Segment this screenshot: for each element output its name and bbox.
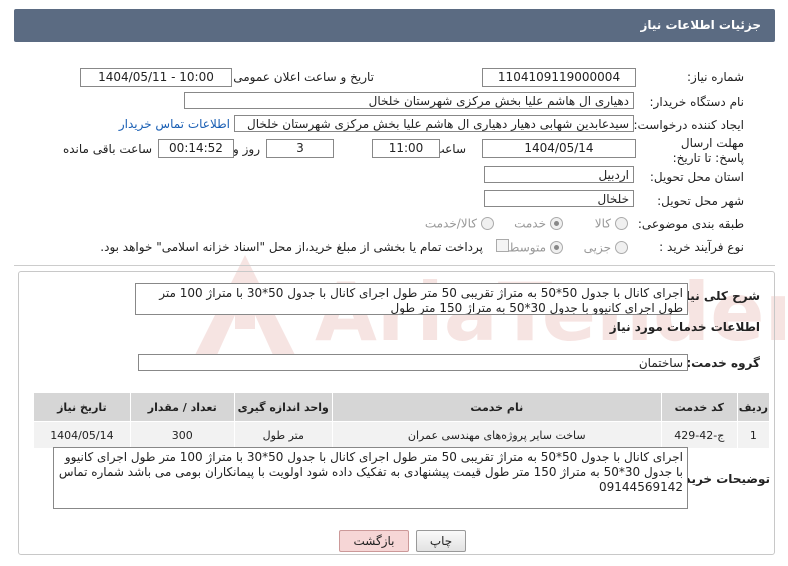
process-label: نوع فرآیند خرید : bbox=[659, 240, 744, 254]
table-header-row: ردیف کد خدمت نام خدمت واحد اندازه گیری ت… bbox=[33, 392, 771, 422]
cell-quantity: 300 bbox=[129, 421, 235, 449]
service-group-label: گروه خدمت: bbox=[686, 356, 760, 370]
table-row: 1 ج-42-429 ساخت سایر پروژه‌های مهندسی عم… bbox=[33, 421, 771, 449]
process-medium-radio[interactable] bbox=[550, 241, 563, 254]
process-medium-option[interactable]: متوسط bbox=[508, 240, 563, 255]
category-service-radio[interactable] bbox=[550, 217, 563, 230]
process-minor-option[interactable]: جزیی bbox=[584, 240, 628, 255]
buyer-org-field: دهیاری ال هاشم علیا بخش مرکزی شهرستان خل… bbox=[184, 92, 634, 109]
cell-service-name: ساخت سایر پروژه‌های مهندسی عمران bbox=[331, 421, 662, 449]
payment-note: پرداخت تمام یا بخشی از مبلغ خرید،از محل … bbox=[100, 240, 483, 254]
col-service-name: نام خدمت bbox=[331, 392, 662, 422]
service-group-field: ساختمان bbox=[138, 354, 688, 371]
category-goods-radio[interactable] bbox=[615, 217, 628, 230]
city-label: شهر محل تحویل: bbox=[657, 194, 744, 208]
print-button[interactable]: چاپ bbox=[416, 530, 466, 552]
category-label: طبقه بندی موضوعی: bbox=[637, 217, 744, 231]
category-goods-service-radio[interactable] bbox=[481, 217, 494, 230]
back-button[interactable]: بازگشت bbox=[339, 530, 409, 552]
days-label: روز و bbox=[233, 142, 260, 156]
cell-unit: متر طول bbox=[233, 421, 333, 449]
days-field: 3 bbox=[266, 139, 334, 158]
deadline-time-field: 11:00 bbox=[372, 139, 440, 158]
cell-need-date: 1404/05/14 bbox=[33, 421, 131, 449]
buyer-contact-link[interactable]: اطلاعات تماس خریدار bbox=[119, 117, 230, 131]
col-unit: واحد اندازه گیری bbox=[233, 392, 333, 422]
section-divider bbox=[14, 265, 775, 266]
province-field: اردبیل bbox=[484, 166, 634, 183]
creator-field: سیدعابدین شهابی دهیار دهیاری ال هاشم علی… bbox=[234, 115, 634, 132]
deadline-date-field: 1404/05/14 bbox=[482, 139, 636, 158]
col-service-code: کد خدمت bbox=[660, 392, 738, 422]
remaining-time-label: ساعت باقی مانده bbox=[62, 142, 152, 156]
announce-label: تاریخ و ساعت اعلان عمومی: bbox=[229, 70, 374, 84]
buyer-notes-textarea: اجرای کانال با جدول 50*50 به متراژ تقریب… bbox=[53, 447, 688, 509]
cell-row-no: 1 bbox=[736, 421, 771, 449]
payment-checkbox[interactable] bbox=[496, 239, 509, 252]
category-goods-service-option[interactable]: کالا/خدمت bbox=[425, 216, 494, 231]
col-row-no: ردیف bbox=[736, 392, 771, 422]
process-minor-radio[interactable] bbox=[615, 241, 628, 254]
creator-label: ایجاد کننده درخواست: bbox=[633, 118, 744, 132]
services-table: ردیف کد خدمت نام خدمت واحد اندازه گیری ت… bbox=[33, 392, 771, 449]
page-title: جزئیات اطلاعات نیاز bbox=[640, 18, 761, 32]
services-section-title: اطلاعات خدمات مورد نیاز bbox=[609, 320, 760, 334]
cell-service-code: ج-42-429 bbox=[660, 421, 738, 449]
category-goods-option[interactable]: کالا bbox=[595, 216, 628, 231]
summary-textarea: اجرای کانال با جدول 50*50 به متراژ تقریب… bbox=[135, 283, 688, 315]
deadline-label: مهلت ارسال پاسخ: تا تاریخ: bbox=[672, 136, 744, 165]
page-header: جزئیات اطلاعات نیاز bbox=[14, 9, 775, 42]
col-quantity: تعداد / مقدار bbox=[129, 392, 235, 422]
announce-field: 1404/05/11 - 10:00 bbox=[80, 68, 232, 87]
buyer-org-label: نام دستگاه خریدار: bbox=[649, 95, 745, 109]
need-number-label: شماره نیاز: bbox=[687, 70, 744, 84]
remaining-time-field: 00:14:52 bbox=[158, 139, 234, 158]
category-service-option[interactable]: خدمت bbox=[514, 216, 563, 231]
city-field: خلخال bbox=[484, 190, 634, 207]
col-need-date: تاریخ نیاز bbox=[33, 392, 131, 422]
need-number-field: 1104109119000004 bbox=[482, 68, 636, 87]
province-label: استان محل تحویل: bbox=[649, 170, 744, 184]
